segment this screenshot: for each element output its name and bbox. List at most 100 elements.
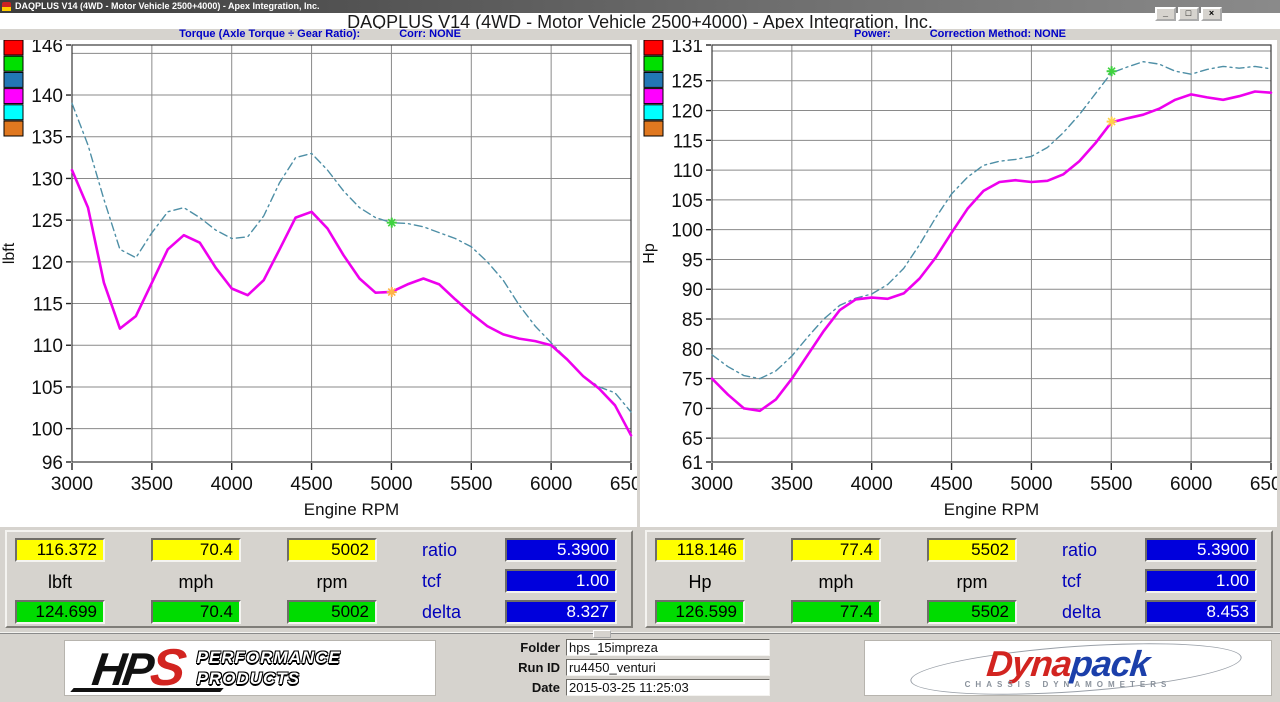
minimize-button[interactable]: _ [1155,7,1176,21]
dynapack-pack-text: pack [1069,643,1151,684]
hps-logo: HPS PERFORMANCE PRODUCTS [64,640,436,696]
svg-text:4500: 4500 [930,474,972,495]
reference-value-mph: 70.4 [151,600,241,624]
svg-text:65: 65 [682,429,703,450]
run-id-label: Run ID [440,660,566,675]
close-button[interactable]: × [1201,7,1222,21]
svg-text:80: 80 [682,340,703,361]
svg-text:Engine RPM: Engine RPM [944,500,1039,519]
unit-label-rpm: rpm [927,572,1017,593]
cursor-value-hp: 118.146 [655,538,745,562]
unit-label-lbft: lbft [15,572,105,593]
unit-label-mph: mph [791,572,881,593]
torque-header-title: Torque (Axle Torque ÷ Gear Ratio): [179,28,360,40]
dynapack-logo: Dynapack CHASSIS DYNAMOMETERS [864,640,1272,696]
run-id-field-row: Run ID [440,659,780,676]
date-input[interactable] [566,679,770,696]
cursor-value-rpm: 5002 [287,538,377,562]
svg-text:6500: 6500 [610,474,637,495]
power-chart-panel: 1311251201151101051009590858075706561300… [640,40,1277,527]
unit-label-hp: Hp [655,572,745,593]
cursor-value-lbft: 116.372 [15,538,105,562]
hps-hp-text: HP [89,643,154,695]
svg-text:70: 70 [682,399,703,420]
restore-button[interactable]: □ [1178,7,1199,21]
hps-word-products: PRODUCTS [197,669,341,689]
torque-chart-header: Torque (Axle Torque ÷ Gear Ratio): Corr:… [0,29,640,40]
hps-underline [70,688,223,692]
power-chart-header: Power: Correction Method: NONE [640,29,1280,40]
svg-text:135: 135 [31,128,63,149]
window-controls: _ □ × [1155,7,1222,21]
reference-value-lbft: 124.699 [15,600,105,624]
run-id-input[interactable] [566,659,770,676]
svg-text:130: 130 [31,169,63,190]
torque-chart: 1461401351301251201151101051009630003500… [0,40,637,527]
svg-text:4000: 4000 [851,474,893,495]
splitter-handle[interactable] [593,630,611,638]
svg-text:105: 105 [671,191,703,212]
cursor-value-mph: 70.4 [151,538,241,562]
readouts-region: 116.372 70.4 5002 lbft mph rpm 124.699 7… [0,527,1280,632]
hps-letters: HPS [90,648,185,689]
svg-text:125: 125 [31,211,63,232]
dynapack-caption: CHASSIS DYNAMOMETERS [865,680,1271,689]
svg-text:3000: 3000 [691,474,733,495]
svg-text:6000: 6000 [1170,474,1212,495]
svg-text:75: 75 [682,370,703,391]
svg-text:61: 61 [682,453,703,474]
tcf-label: tcf [422,571,502,592]
folder-input[interactable] [566,639,770,656]
title-row: DAQPLUS V14 (4WD - Motor Vehicle 2500+40… [0,13,1280,29]
power-header-title: Power: [854,28,891,40]
torque-corr-label: Corr: NONE [399,28,461,40]
cursor-value-mph: 77.4 [791,538,881,562]
svg-text:3500: 3500 [771,474,813,495]
svg-text:146: 146 [31,40,63,57]
delta-label: delta [1062,602,1142,623]
reference-value-mph: 77.4 [791,600,881,624]
svg-text:6500: 6500 [1250,474,1277,495]
cursor-value-rpm: 5502 [927,538,1017,562]
tcf-label: tcf [1062,571,1142,592]
svg-text:95: 95 [682,250,703,271]
charts-region: 1461401351301251201151101051009630003500… [0,40,1280,527]
app-icon [2,2,11,11]
ratio-label: ratio [1062,540,1142,561]
svg-text:140: 140 [31,86,63,107]
svg-text:90: 90 [682,280,703,301]
svg-text:115: 115 [33,295,63,316]
svg-text:110: 110 [673,161,703,182]
ratio-value: 5.3900 [505,538,617,562]
svg-text:3500: 3500 [131,474,173,495]
reference-value-rpm: 5002 [287,600,377,624]
date-field-row: Date [440,679,780,696]
date-label: Date [440,680,566,695]
unit-label-mph: mph [151,572,241,593]
svg-text:lbft: lbft [1,242,18,264]
svg-text:4500: 4500 [290,474,332,495]
power-chart: 1311251201151101051009590858075706561300… [640,40,1277,527]
ratio-value: 5.3900 [1145,538,1257,562]
hps-word-performance: PERFORMANCE [197,648,341,668]
svg-text:115: 115 [673,131,703,152]
svg-text:131: 131 [671,40,703,57]
delta-label: delta [422,602,502,623]
svg-text:85: 85 [682,310,703,331]
svg-text:96: 96 [42,453,63,474]
svg-text:120: 120 [671,102,703,123]
power-readout-panel: 118.146 77.4 5502 Hp mph rpm 126.599 77.… [645,530,1273,628]
tcf-value: 1.00 [1145,569,1257,593]
svg-text:110: 110 [33,336,63,357]
folder-label: Folder [440,640,566,655]
svg-text:4000: 4000 [211,474,253,495]
svg-text:3000: 3000 [51,474,93,495]
svg-text:6000: 6000 [530,474,572,495]
torque-chart-panel: 1461401351301251201151101051009630003500… [0,40,637,527]
delta-value: 8.453 [1145,600,1257,624]
torque-readout-panel: 116.372 70.4 5002 lbft mph rpm 124.699 7… [5,530,633,628]
reference-value-rpm: 5502 [927,600,1017,624]
svg-text:5000: 5000 [370,474,412,495]
power-corr-label: Correction Method: NONE [930,28,1066,40]
folder-field-row: Folder [440,639,780,656]
